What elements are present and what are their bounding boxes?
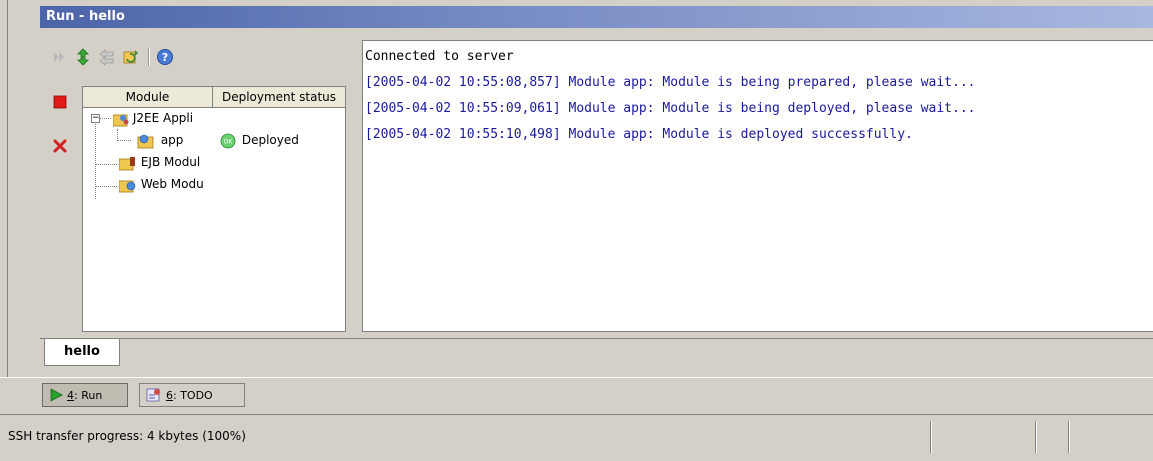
run-tool-button[interactable]: 4: Run xyxy=(42,383,128,407)
tree-row-label: Web Modu xyxy=(140,177,204,191)
run-tab-strip: hello xyxy=(40,338,1153,370)
tree-row-label: EJB Modul xyxy=(140,155,201,169)
tree-row-label: app xyxy=(160,133,184,147)
close-icon xyxy=(53,139,67,153)
redeploy-button[interactable] xyxy=(120,46,142,68)
tab-hello[interactable]: hello xyxy=(44,339,120,366)
column-header-module[interactable]: Module xyxy=(83,87,213,107)
ejb-module-icon xyxy=(118,156,137,170)
todo-tool-label: TODO xyxy=(180,388,213,402)
app-module-icon xyxy=(135,133,157,149)
tree-row-app[interactable]: app xyxy=(135,129,183,151)
tree-header: Module Deployment status xyxy=(83,87,345,108)
run-icon xyxy=(50,388,63,402)
status-bar: SSH transfer progress: 4 kbytes (100%) xyxy=(0,414,1153,461)
web-module-icon xyxy=(118,178,137,192)
console-line: Connected to server xyxy=(365,49,514,64)
ok-icon: OK xyxy=(220,133,236,149)
module-tree-panel: Module Deployment status − J2EE Appli ap… xyxy=(82,86,346,332)
deployment-status-text: Deployed xyxy=(241,133,299,147)
help-button[interactable]: ? xyxy=(154,46,176,68)
deployment-status-cell: OK Deployed xyxy=(220,129,299,151)
todo-icon xyxy=(146,388,160,402)
close-button[interactable] xyxy=(50,136,70,156)
run-toolbar: ? xyxy=(48,46,248,70)
console-line: [2005-04-02 10:55:08,857] Module app: Mo… xyxy=(365,75,976,90)
console-line: [2005-04-02 10:55:10,498] Module app: Mo… xyxy=(365,127,913,142)
tool-window-bar: 4: Run 6: TODO xyxy=(0,377,1153,414)
tree-row-label: J2EE Appli xyxy=(132,111,194,125)
svg-text:OK: OK xyxy=(224,138,234,145)
status-text: SSH transfer progress: 4 kbytes (100%) xyxy=(8,429,246,443)
tree-row-web-module[interactable]: Web Modu xyxy=(118,173,204,195)
run-tool-number: 4 xyxy=(67,388,74,402)
rerun-icon xyxy=(54,52,64,62)
j2ee-app-icon xyxy=(112,112,129,126)
window-title: Run - hello xyxy=(40,6,1153,28)
rerun-button[interactable] xyxy=(48,46,70,68)
module-tree: − J2EE Appli app OK Deployed EJB Modul W… xyxy=(83,107,345,331)
deploy-icon xyxy=(77,48,89,66)
todo-tool-number: 6 xyxy=(166,388,173,402)
tree-expander[interactable]: − xyxy=(91,114,100,123)
svg-text:?: ? xyxy=(162,51,168,64)
column-header-deployment-status[interactable]: Deployment status xyxy=(213,87,345,107)
run-tool-label: Run xyxy=(81,388,103,402)
stop-icon xyxy=(53,95,67,109)
console-output[interactable]: Connected to server [2005-04-02 10:55:08… xyxy=(362,40,1153,332)
stop-button[interactable] xyxy=(50,92,70,112)
console-line: [2005-04-02 10:55:09,061] Module app: Mo… xyxy=(365,101,976,116)
help-icon: ? xyxy=(157,49,173,65)
undeploy-button[interactable] xyxy=(96,46,118,68)
tree-row-ejb-module[interactable]: EJB Modul xyxy=(118,151,201,173)
tree-row-j2ee-app[interactable]: J2EE Appli xyxy=(112,107,194,129)
redeploy-icon xyxy=(123,50,138,64)
todo-tool-button[interactable]: 6: TODO xyxy=(139,383,245,407)
left-edge xyxy=(0,0,10,420)
undeploy-icon xyxy=(99,49,114,66)
deploy-button[interactable] xyxy=(72,46,94,68)
